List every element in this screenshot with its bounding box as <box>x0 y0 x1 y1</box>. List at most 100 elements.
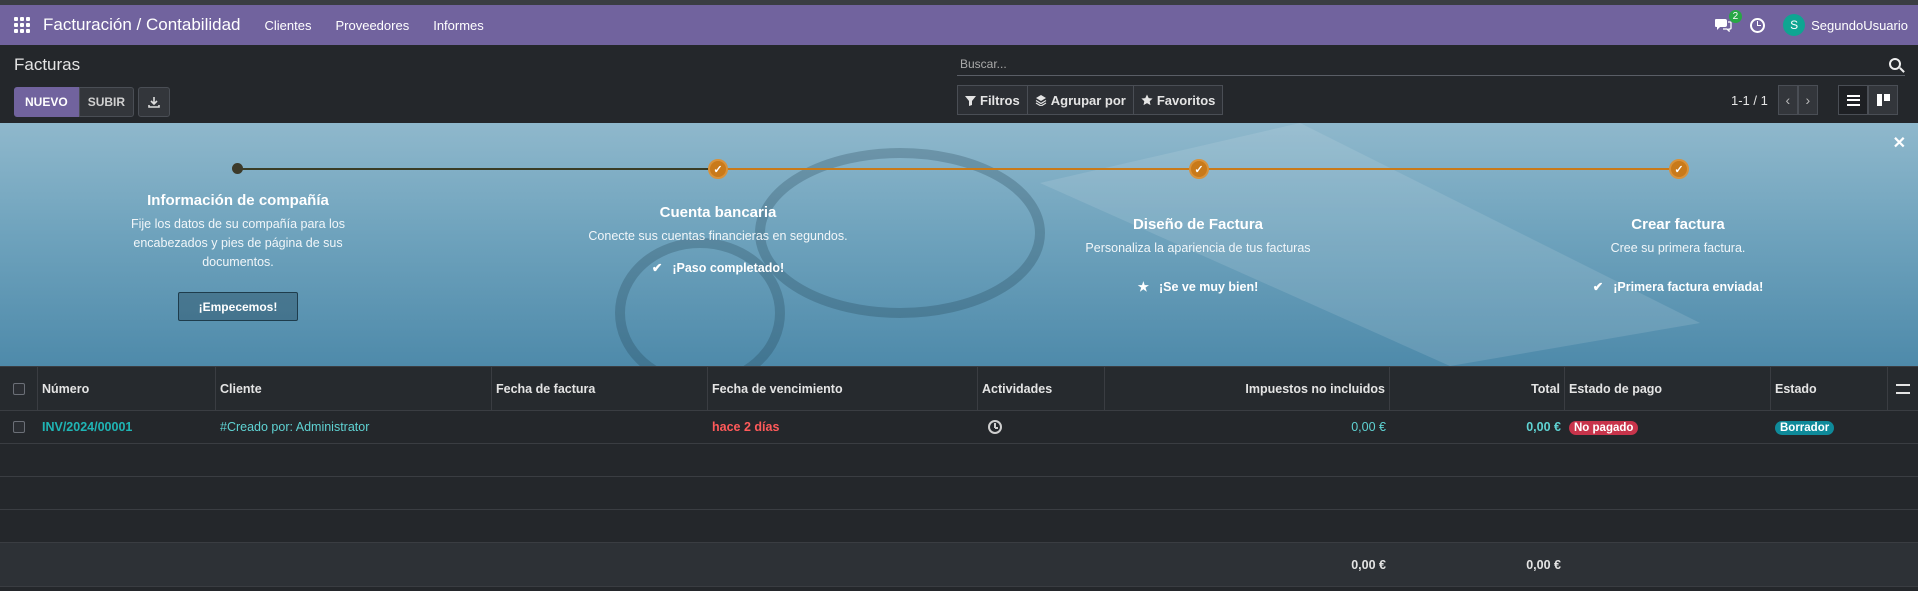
column-header-payment-state[interactable]: Estado de pago <box>1565 367 1771 410</box>
star-icon <box>1141 94 1153 106</box>
step-done-check-icon: ✓ <box>1669 159 1689 179</box>
step-title: Cuenta bancaria <box>659 204 777 221</box>
step-description: Conecte sus cuentas financieras en segun… <box>588 229 848 243</box>
user-name: SegundoUsuario <box>1811 17 1908 33</box>
page-title[interactable]: Facturas <box>14 55 80 75</box>
invoice-state-cell: Borrador <box>1771 420 1888 435</box>
empty-row <box>0 477 1918 510</box>
upload-button[interactable]: SUBIR <box>78 87 135 117</box>
step-description: Cree su primera factura. <box>1610 241 1746 255</box>
new-button[interactable]: NUEVO <box>14 87 79 117</box>
empty-row <box>0 510 1918 543</box>
step-title: Crear factura <box>1631 216 1725 233</box>
pager-previous-button[interactable]: ‹ <box>1777 85 1798 115</box>
column-header-total[interactable]: Total <box>1390 367 1565 410</box>
messaging-icon[interactable]: 2 <box>1714 10 1743 33</box>
kanban-icon <box>1876 94 1890 106</box>
column-header-invoice-date[interactable]: Fecha de factura <box>492 367 708 410</box>
pager-value[interactable]: 1-1 / 1 <box>1731 93 1768 108</box>
payment-status-badge: No pagado <box>1569 420 1639 435</box>
onboarding-step-layout: Diseño de Factura Personaliza la aparien… <box>1068 216 1328 294</box>
table-row[interactable]: INV/2024/00001 #Creado por: Administrato… <box>0 411 1918 444</box>
view-switcher <box>1838 85 1898 115</box>
close-banner-icon[interactable]: ✕ <box>1893 133 1906 153</box>
invoice-total: 0,00 € <box>1526 420 1561 434</box>
search-options: Filtros Agrupar por Favoritos <box>957 85 1224 115</box>
favorites-button[interactable]: Favoritos <box>1133 85 1224 115</box>
list-view-button[interactable] <box>1838 85 1868 115</box>
column-header-number[interactable]: Número <box>38 367 216 410</box>
start-company-setup-button[interactable]: ¡Empecemos! <box>178 292 298 321</box>
column-header-client[interactable]: Cliente <box>216 367 492 410</box>
select-all-checkbox[interactable] <box>12 382 25 395</box>
user-menu[interactable]: S SegundoUsuario <box>1783 14 1908 36</box>
activity-clock-icon[interactable] <box>988 420 1002 434</box>
step-title: Diseño de Factura <box>1132 216 1264 233</box>
favorites-label: Favoritos <box>1156 92 1216 108</box>
search-input[interactable] <box>957 56 1889 71</box>
column-header-activities[interactable]: Actividades <box>978 367 1105 410</box>
filter-icon <box>965 95 976 106</box>
select-all-cell <box>0 367 38 410</box>
sliders-icon <box>1896 383 1910 394</box>
group-by-label: Agrupar por <box>1050 92 1126 108</box>
menu-proveedores[interactable]: Proveedores <box>335 18 409 33</box>
step-done-check-icon: ✓ <box>708 159 728 179</box>
layers-icon <box>1035 95 1047 106</box>
invoice-activities <box>978 420 1105 434</box>
invoice-client[interactable]: #Creado por: Administrator <box>216 420 492 434</box>
footer-total: 0,00 € <box>1526 557 1561 572</box>
column-header-untaxed[interactable]: Impuestos no incluidos <box>1105 367 1390 410</box>
download-icon <box>148 97 160 108</box>
invoice-list: Número Cliente Fecha de factura Fecha de… <box>0 366 1918 587</box>
invoice-untaxed: 0,00 € <box>1351 420 1386 434</box>
onboarding-step-company: Información de compañía Fije los datos d… <box>108 192 368 321</box>
pager: 1-1 / 1 ‹ › <box>1731 85 1818 115</box>
step-description: Fije los datos de su compañía para los e… <box>130 217 345 269</box>
apps-menu-icon[interactable] <box>14 17 30 33</box>
step-status[interactable]: ✔ ¡Primera factura enviada! <box>1548 279 1808 295</box>
star-icon: ★ <box>1137 280 1149 294</box>
menu-clientes[interactable]: Clientes <box>265 18 312 33</box>
column-header-due-date[interactable]: Fecha de vencimiento <box>708 367 978 410</box>
onboarding-step-invoice: Crear factura Cree su primera factura. ✔… <box>1548 216 1808 294</box>
invoice-number[interactable]: INV/2024/00001 <box>38 420 216 434</box>
group-by-button[interactable]: Agrupar por <box>1027 85 1134 115</box>
optional-columns-toggle[interactable] <box>1888 367 1918 410</box>
step-done-check-icon: ✓ <box>1189 159 1209 179</box>
avatar: S <box>1783 14 1806 36</box>
step-status[interactable]: ★ ¡Se ve muy bien! <box>1068 279 1328 295</box>
onboarding-banner: ✕ ✓ ✓ ✓ Información de compañía Fije los… <box>0 123 1918 366</box>
pager-next-button[interactable]: › <box>1797 85 1818 115</box>
invoice-payment-state-cell: No pagado <box>1565 420 1771 435</box>
list-icon <box>1846 94 1860 106</box>
invoice-due-date: hace 2 días <box>712 420 780 434</box>
messaging-count-badge: 2 <box>1728 10 1743 23</box>
row-checkbox[interactable] <box>13 421 25 433</box>
chevron-left-icon: ‹ <box>1785 92 1791 108</box>
main-navbar: Facturación / Contabilidad Clientes Prov… <box>0 5 1918 45</box>
chevron-right-icon: › <box>1805 92 1811 108</box>
step-status[interactable]: ✔ ¡Paso completado! <box>588 260 848 276</box>
kanban-view-button[interactable] <box>1868 85 1898 115</box>
table-header: Número Cliente Fecha de factura Fecha de… <box>0 366 1918 411</box>
app-brand[interactable]: Facturación / Contabilidad <box>43 15 241 35</box>
column-header-state[interactable]: Estado <box>1771 367 1888 410</box>
step-current-dot <box>232 163 243 174</box>
search-bar <box>957 52 1905 76</box>
filters-button[interactable]: Filtros <box>957 85 1028 115</box>
download-button[interactable] <box>138 87 171 117</box>
step-title: Información de compañía <box>147 192 329 209</box>
menu-informes[interactable]: Informes <box>433 18 484 33</box>
onboarding-step-bank: Cuenta bancaria Conecte sus cuentas fina… <box>588 204 848 275</box>
status-badge: Borrador <box>1775 420 1835 435</box>
check-icon: ✔ <box>1592 280 1604 294</box>
empty-row <box>0 444 1918 477</box>
search-icon[interactable] <box>1889 57 1901 70</box>
progress-track-completed <box>238 168 718 170</box>
activity-clock-icon[interactable] <box>1750 17 1766 33</box>
footer-untaxed-total: 0,00 € <box>1351 557 1386 572</box>
table-footer: 0,00 € 0,00 € <box>0 543 1918 587</box>
filters-label: Filtros <box>980 92 1020 108</box>
step-description: Personaliza la apariencia de tus factura… <box>1085 241 1311 255</box>
